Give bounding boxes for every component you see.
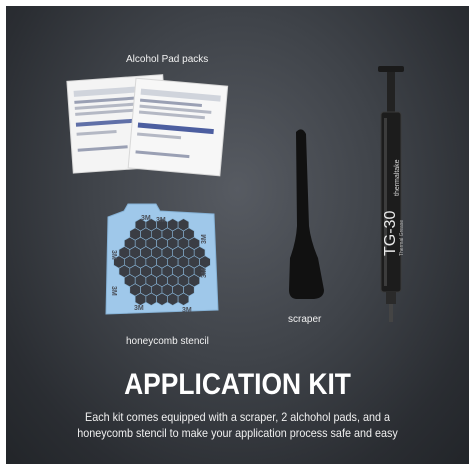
stencil-logo-text: 3M bbox=[182, 307, 192, 314]
stencil-logo-text: 3M bbox=[110, 250, 117, 260]
stencil-logo-text: 3M bbox=[141, 215, 151, 222]
stencil-label: honeycomb stencil bbox=[126, 336, 209, 347]
product-image: 3M 3M 3M 3M 3M 3M 3M 3M TG-30 Thermal Gr… bbox=[6, 6, 469, 464]
stencil-logo-text: 3M bbox=[110, 286, 117, 296]
honeycomb-cell bbox=[167, 292, 179, 306]
syringe-model: TG-30 bbox=[382, 211, 399, 256]
honeycomb-cell bbox=[156, 292, 168, 306]
honeycomb-cell bbox=[177, 292, 190, 306]
stencil-logo-text: 3M bbox=[201, 268, 208, 278]
scraper bbox=[289, 129, 324, 299]
caption-line: Each kit comes equipped with a scraper, … bbox=[84, 410, 390, 424]
honeycomb-cell bbox=[145, 292, 157, 306]
syringe-brand: thermaltake bbox=[394, 159, 401, 196]
syringe-subtitle: Thermal Grease bbox=[399, 220, 405, 256]
scraper-label: scraper bbox=[288, 314, 322, 325]
stencil-logo-text: 3M bbox=[156, 217, 166, 224]
page-title: APPLICATION KIT bbox=[124, 368, 351, 401]
alcohol-pad-packet bbox=[127, 77, 229, 177]
honeycomb-cell bbox=[134, 292, 147, 306]
stencil-logo-text: 3M bbox=[201, 234, 208, 244]
stencil-logo-text: 3M bbox=[134, 305, 144, 312]
caption-line: honeycomb stencil to make your applicati… bbox=[77, 426, 398, 440]
alcohol-pad-label: Alcohol Pad packs bbox=[126, 54, 209, 65]
caption: Each kit comes equipped with a scraper, … bbox=[6, 409, 469, 441]
